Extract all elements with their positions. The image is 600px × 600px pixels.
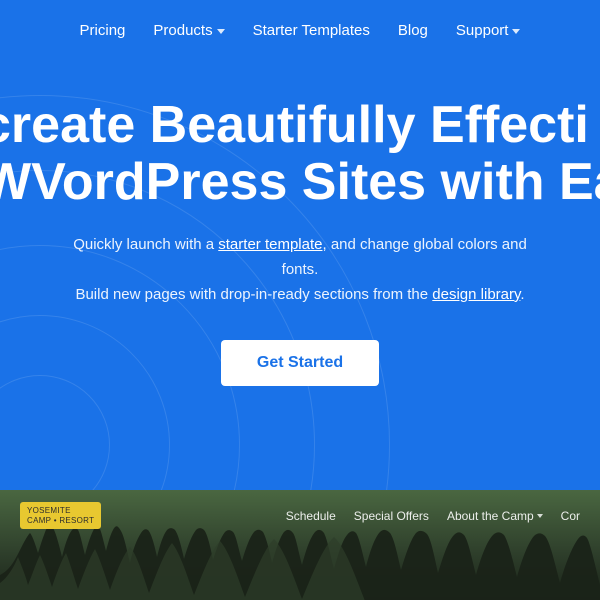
preview-nav-more[interactable]: Cor	[561, 509, 580, 523]
preview-nav-schedule[interactable]: Schedule	[286, 509, 336, 523]
products-chevron-icon	[217, 29, 225, 34]
preview-nav: YOSEMITE Camp • Resort Schedule Special …	[0, 490, 600, 541]
hero-content: create Beautifully Effecti WVordPress Si…	[0, 57, 600, 386]
nav-products[interactable]: Products	[153, 22, 224, 39]
headline-line1: create Beautifully Effecti	[0, 97, 600, 154]
hero-section: Pricing Products Starter Templates Blog …	[0, 0, 600, 490]
nav-support[interactable]: Support	[456, 22, 521, 39]
get-started-button[interactable]: Get Started	[221, 340, 379, 386]
preview-nav-links: Schedule Special Offers About the Camp C…	[286, 509, 580, 523]
preview-nav-about[interactable]: About the Camp	[447, 509, 543, 523]
hero-subtext: Quickly launch with a starter template, …	[0, 233, 600, 307]
hero-cta: Get Started	[0, 340, 600, 386]
design-library-link[interactable]: design library	[432, 286, 520, 303]
starter-template-link[interactable]: starter template	[218, 236, 322, 253]
nav-pricing[interactable]: Pricing	[80, 22, 126, 39]
preview-strip: YOSEMITE Camp • Resort Schedule Special …	[0, 490, 600, 600]
nav-starter-templates[interactable]: Starter Templates	[253, 22, 370, 39]
hero-headline: create Beautifully Effecti WVordPress Si…	[0, 97, 600, 211]
about-chevron-icon	[537, 514, 543, 518]
support-chevron-icon	[512, 29, 520, 34]
preview-nav-special-offers[interactable]: Special Offers	[354, 509, 429, 523]
main-nav: Pricing Products Starter Templates Blog …	[0, 0, 600, 57]
preview-logo: YOSEMITE Camp • Resort	[20, 502, 101, 529]
nav-blog[interactable]: Blog	[398, 22, 428, 39]
headline-line2: WVordPress Sites with Eas	[0, 154, 600, 211]
